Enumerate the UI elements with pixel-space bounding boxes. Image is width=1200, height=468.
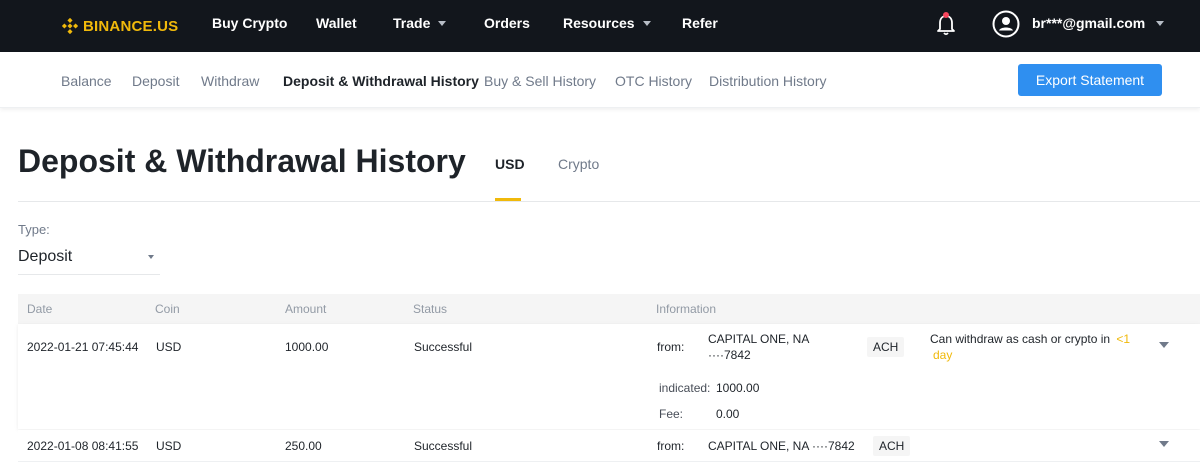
table-header: Date Coin Amount Status Information (18, 294, 1200, 324)
row-from-label: from: (657, 439, 685, 453)
column-header-date: Date (27, 302, 53, 316)
user-menu[interactable]: br***@gmail.com (1032, 15, 1165, 31)
row-withdraw-note: Can withdraw as cash or crypto in <1 (930, 332, 1130, 346)
nav-label: Orders (484, 15, 530, 31)
nav-trade[interactable]: Trade (393, 15, 447, 31)
user-account-icon[interactable] (992, 10, 1020, 38)
row-method-badge: ACH (867, 337, 905, 357)
chevron-down-icon (148, 255, 154, 259)
type-select[interactable]: Deposit (18, 244, 160, 275)
row-coin: USD (156, 340, 182, 354)
subnav-deposit[interactable]: Deposit (132, 73, 179, 89)
indicated-label: indicated: (659, 381, 711, 395)
table-row[interactable]: 2022-01-21 07:45:44 USD 1000.00 Successf… (18, 324, 1200, 429)
row-method-badge: ACH (873, 436, 911, 456)
row-date: 2022-01-08 08:41:55 (27, 439, 139, 453)
subnav-distribution-history[interactable]: Distribution History (709, 73, 826, 89)
logo-text: BINANCE.US (83, 17, 179, 35)
row-bank-account: ····7842 (708, 348, 751, 362)
nav-refer[interactable]: Refer (682, 15, 718, 31)
subnav-deposit-withdrawal-history[interactable]: Deposit & Withdrawal History (283, 73, 479, 89)
column-header-information: Information (656, 302, 717, 316)
note-highlight-day: day (933, 348, 953, 362)
header-divider (18, 201, 1200, 202)
table-row[interactable]: 2022-01-08 08:41:55 USD 250.00 Successfu… (18, 430, 1200, 462)
wallet-subnav: Balance Deposit Withdraw Deposit & Withd… (0, 52, 1200, 108)
row-status: Successful (414, 439, 473, 453)
nav-wallet[interactable]: Wallet (316, 15, 357, 31)
nav-label: Buy Crypto (212, 15, 288, 31)
user-email: br***@gmail.com (1032, 15, 1146, 31)
subnav-balance[interactable]: Balance (61, 73, 112, 89)
fee-label: Fee: (659, 407, 684, 421)
subnav-withdraw[interactable]: Withdraw (201, 73, 259, 89)
indicated-value: 1000.00 (716, 381, 760, 395)
row-date: 2022-01-21 07:45:44 (27, 340, 139, 354)
column-header-amount: Amount (285, 302, 327, 316)
subnav-buy-sell-history[interactable]: Buy & Sell History (484, 73, 596, 89)
type-filter-label: Type: (18, 222, 50, 237)
row-coin: USD (156, 439, 182, 453)
expand-row-icon[interactable] (1159, 441, 1169, 447)
row-from-label: from: (657, 340, 685, 354)
nav-resources[interactable]: Resources (563, 15, 651, 31)
expand-row-icon[interactable] (1159, 342, 1169, 348)
row-status: Successful (414, 340, 473, 354)
note-highlight: <1 (1116, 332, 1131, 346)
row-amount: 1000.00 (285, 340, 329, 354)
binance-us-logo[interactable]: BINANCE.US (62, 16, 178, 36)
nav-buy-crypto[interactable]: Buy Crypto (212, 15, 287, 31)
row-bank-name: CAPITAL ONE, NA (708, 332, 810, 346)
nav-orders[interactable]: Orders (484, 15, 530, 31)
row-amount: 250.00 (285, 439, 322, 453)
row-bank: CAPITAL ONE, NA ····7842 (708, 439, 855, 453)
fee-value: 0.00 (716, 407, 740, 421)
notification-bell-icon[interactable] (935, 11, 957, 37)
type-select-value: Deposit (18, 248, 73, 265)
top-navigation-bar: BINANCE.US Buy Crypto Wallet Trade Order… (0, 0, 1200, 52)
nav-label: Wallet (316, 15, 357, 31)
nav-label: Trade (393, 15, 431, 31)
column-header-status: Status (413, 302, 448, 316)
chevron-down-icon (1156, 20, 1165, 26)
export-statement-button[interactable]: Export Statement (1018, 64, 1162, 96)
tab-crypto[interactable]: Crypto (558, 156, 599, 172)
column-header-coin: Coin (155, 302, 180, 316)
subnav-otc-history[interactable]: OTC History (615, 73, 692, 89)
nav-label: Resources (563, 15, 635, 31)
chevron-down-icon (438, 20, 447, 26)
tab-usd[interactable]: USD (495, 156, 525, 172)
page-title: Deposit & Withdrawal History (18, 143, 466, 179)
nav-label: Refer (682, 15, 718, 31)
binance-diamond-icon (62, 18, 78, 34)
note-text: Can withdraw as cash or crypto in (930, 332, 1111, 346)
chevron-down-icon (642, 20, 651, 26)
